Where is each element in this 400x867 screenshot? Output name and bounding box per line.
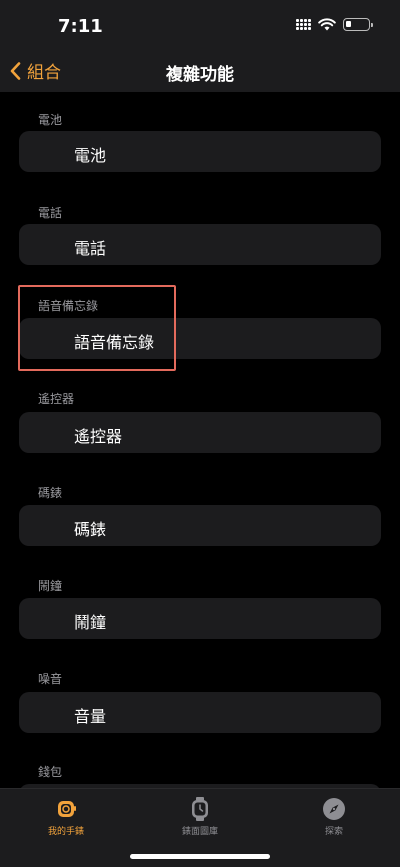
complication-row-battery[interactable]: 電池 (19, 131, 381, 172)
section-header-stopwatch: 碼錶 (38, 486, 63, 500)
section-header-phone: 電話 (38, 206, 63, 220)
tab-discover[interactable]: 探索 (284, 797, 384, 837)
row-label: 電池 (74, 146, 107, 165)
row-label: 語音備忘錄 (74, 333, 155, 352)
tab-my-watch[interactable]: 我的手錶 (16, 797, 116, 837)
cellular-signal-icon (296, 19, 311, 30)
row-label: 音量 (74, 707, 107, 726)
complication-row-remote[interactable]: 遙控器 (19, 412, 381, 453)
row-label: 鬧鐘 (74, 613, 107, 632)
wifi-icon (318, 18, 336, 31)
section-header-battery: 電池 (38, 113, 63, 127)
complication-row-noise[interactable]: 音量 (19, 692, 381, 733)
tab-face-gallery[interactable]: 錶面圖庫 (150, 797, 250, 837)
complication-row-voice-memos[interactable]: 語音備忘錄 (19, 318, 381, 359)
status-time: 7:11 (58, 16, 103, 37)
section-header-voice-memos: 語音備忘錄 (38, 299, 99, 313)
battery-icon (343, 18, 373, 31)
watch-icon (58, 801, 76, 817)
status-icons (296, 18, 373, 31)
section-header-wallet: 錢包 (38, 765, 63, 779)
tab-label: 我的手錶 (47, 827, 84, 837)
tab-label: 探索 (324, 827, 343, 837)
complications-list[interactable]: 電池 電池 電話 電話 語音備忘錄 語音備忘錄 遙控器 遙控器 碼錶 碼錶 鬧鐘… (0, 92, 400, 788)
page-title: 複雜功能 (166, 65, 234, 85)
complication-row-alarms[interactable]: 鬧鐘 (19, 598, 381, 639)
status-bar: 7:11 (0, 0, 400, 50)
tab-label: 錶面圖庫 (181, 827, 218, 837)
complication-row-stopwatch[interactable]: 碼錶 (19, 505, 381, 546)
row-label: 電話 (74, 239, 107, 258)
section-header-remote: 遙控器 (38, 392, 75, 406)
section-header-noise: 噪音 (38, 672, 63, 686)
row-label: 碼錶 (74, 520, 107, 539)
complication-row-phone[interactable]: 電話 (19, 224, 381, 265)
home-indicator (130, 854, 270, 859)
navigation-bar: 組合 複雜功能 (0, 50, 400, 92)
watch-face-icon (192, 797, 208, 821)
section-header-alarms: 鬧鐘 (38, 579, 63, 593)
compass-icon (323, 798, 345, 820)
row-label: 遙控器 (74, 427, 123, 446)
